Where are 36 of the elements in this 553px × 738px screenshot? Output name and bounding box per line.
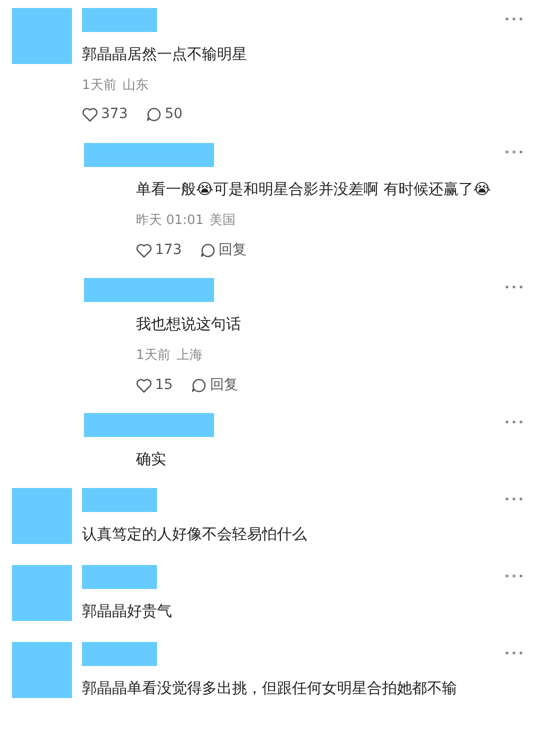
like-button[interactable]: 173 xyxy=(136,241,182,259)
more-icon xyxy=(505,651,523,655)
heart-icon xyxy=(82,106,98,122)
comment-time: 1天前 xyxy=(82,77,116,94)
comment-location: 山东 xyxy=(122,77,148,94)
avatar xyxy=(12,642,72,698)
like-button[interactable]: 373 xyxy=(82,106,128,122)
comment-time: 1天前 xyxy=(136,347,170,364)
more-icon xyxy=(505,574,523,578)
comment-location: 上海 xyxy=(176,347,202,364)
comment-text: 我也想说这句话 xyxy=(135,314,242,335)
heart-icon xyxy=(136,378,152,392)
reply-button[interactable]: 回复 xyxy=(190,376,238,394)
comment-text: 郭晶晶居然一点不输明星 xyxy=(82,44,248,65)
comment-text: 确实 xyxy=(135,449,167,470)
comment-time: 昨天 01:01 xyxy=(136,212,204,229)
more-icon xyxy=(505,285,523,289)
comment-text: 郭晶晶单看没觉得多出挑，但跟任何女明星合拍她都不输 xyxy=(82,678,458,699)
comment-text: 郭晶晶好贵气 xyxy=(82,601,173,622)
comment-text: 认真笃定的人好像不会轻易怕什么 xyxy=(82,524,308,545)
avatar xyxy=(12,8,72,64)
comment-location: 美国 xyxy=(210,212,236,229)
comment-icon xyxy=(146,106,162,122)
more-icon xyxy=(505,420,523,424)
comment-icon xyxy=(200,242,216,258)
avatar xyxy=(12,565,72,621)
comment-text: 单看一般😭可是和明星合影并没差啊 有时候还赢了😭 xyxy=(135,179,492,200)
more-icon xyxy=(505,17,523,21)
reply-button[interactable]: 50 xyxy=(146,106,183,122)
more-icon xyxy=(505,150,523,154)
like-button[interactable]: 15 xyxy=(136,376,173,394)
comment-icon xyxy=(190,378,207,392)
heart-icon xyxy=(136,242,152,258)
more-icon xyxy=(505,497,523,501)
avatar xyxy=(12,488,72,544)
reply-button[interactable]: 回复 xyxy=(200,241,247,259)
